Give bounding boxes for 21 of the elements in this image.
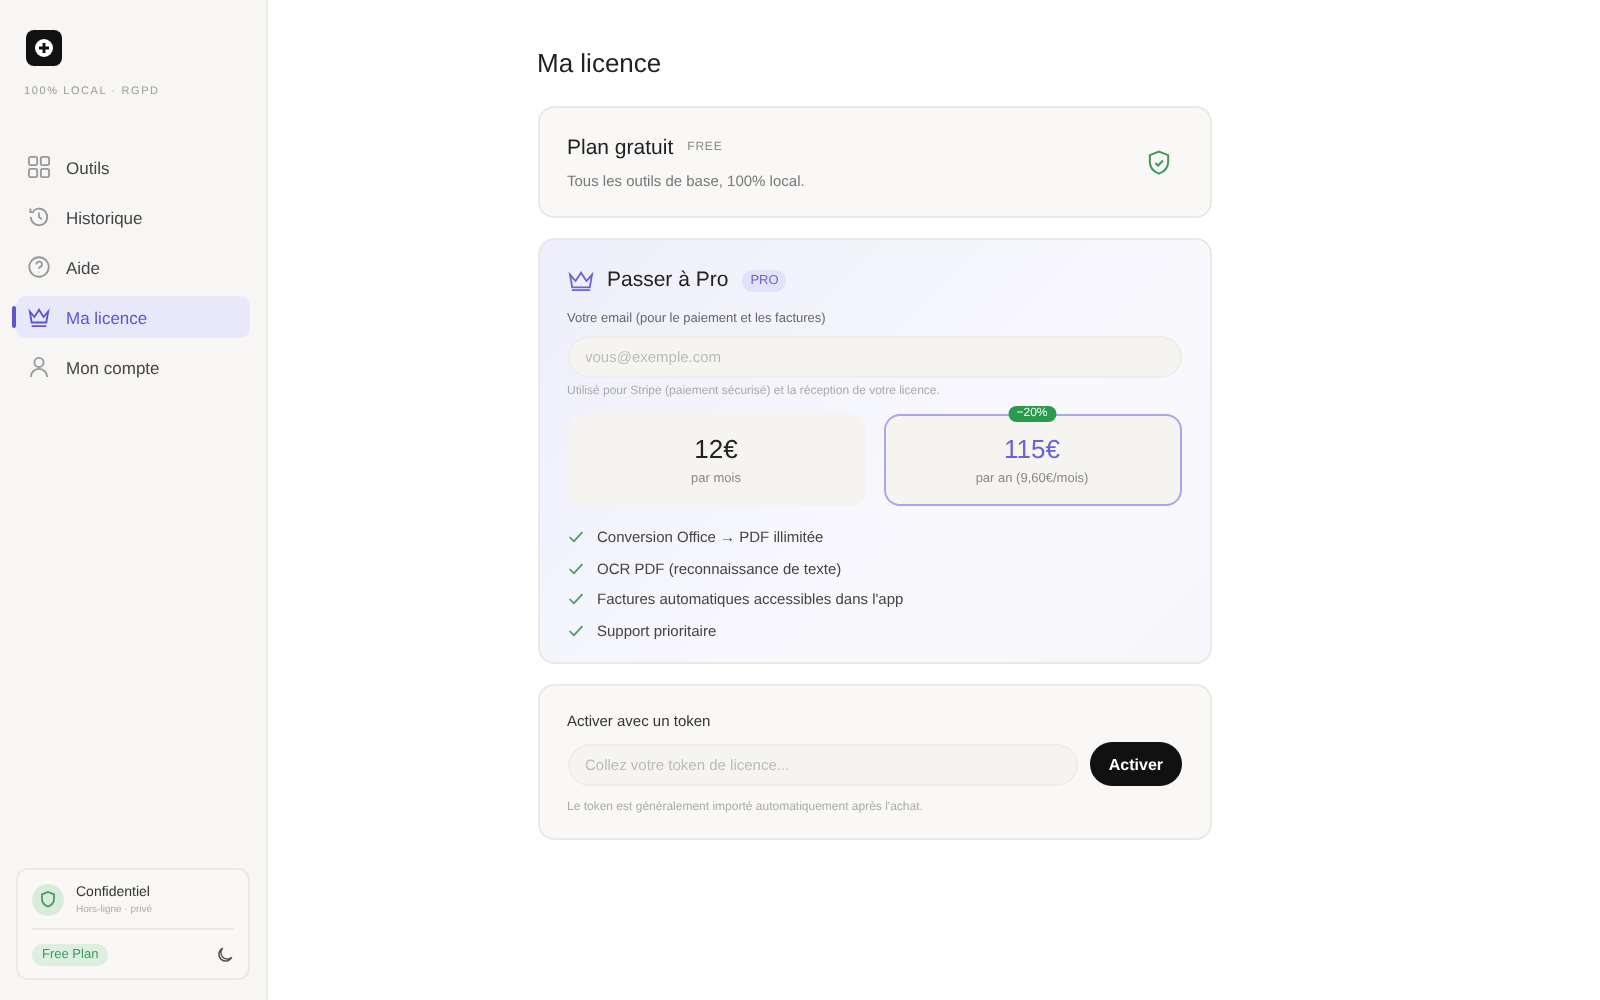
help-icon [28,256,50,278]
user-icon [28,356,50,378]
price: 115€ [1004,434,1060,464]
nav-item[interactable]: Mon compte [16,346,250,388]
crown-icon [28,306,50,328]
nav-item[interactable]: Aide [16,246,250,288]
price: 12€ [694,434,738,464]
logo-icon [26,30,62,66]
shield-check-icon [1147,149,1169,175]
plan-title: Plan gratuit [567,135,674,159]
history-icon [28,206,50,228]
page-title: Ma licence [537,48,664,78]
nav-item[interactable]: Outils [16,146,250,188]
nav-item[interactable]: Ma licence [16,296,250,338]
moon-icon[interactable] [216,946,234,964]
shield-icon [32,884,64,916]
grid-icon [28,156,50,178]
crown-icon [567,269,593,291]
pro-title: Passer à Pro [607,268,729,292]
activate-button[interactable]: Activer [1090,742,1181,786]
nav-item[interactable]: Historique [16,196,250,238]
